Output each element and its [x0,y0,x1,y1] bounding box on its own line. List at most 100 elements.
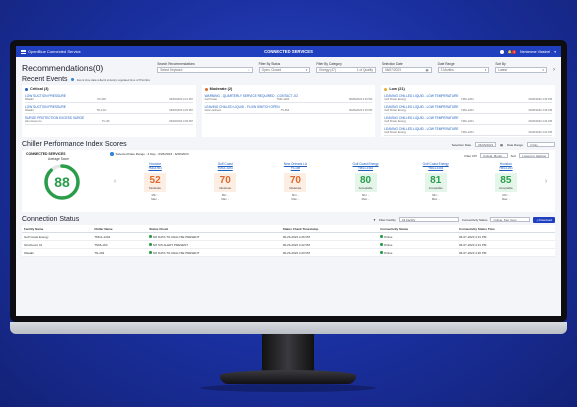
connectivity-status-select[interactable]: Online, Pen Cam [490,217,531,222]
status-filter-select[interactable]: Open, Closed ▾ [258,67,311,73]
score-value: 80 [359,175,372,186]
facility-cell: Ghorbouni 01 [22,240,93,249]
event-item[interactable]: LOW SUCTION PRESSURE Wasabi TD-400 06/26/20… [25,93,193,103]
connectivity-cell: Online [378,240,458,249]
event-chiller: TS-504 [280,109,290,112]
table-row[interactable]: Ghorbouni 01 TS96-160 NO SIS ALERT PRESENT… [22,240,555,249]
event-item[interactable]: LEAVING CHILLED LIQUID - LOW TEMPERATURE… [384,93,553,103]
status-dot-icon [380,243,383,246]
notification-badge: 1 [512,49,517,54]
site-score-card[interactable]: Gulf Coast Energy TMG1-1304 80 Acceptable Mi… [341,162,391,210]
monitor-chin [10,322,567,334]
score-status: Acceptable [428,186,443,190]
event-item[interactable]: SURGE PROTECTION EXCESS SURGE Abu Ameen L… [25,115,193,125]
download-button[interactable]: ⤓ Download [533,216,555,223]
recommendations-header: Recommendations(0) Search Recommendation… [22,62,555,73]
sort-select[interactable]: Latest ▾ [495,67,548,73]
event-chiller: TMG-1204 [461,131,474,134]
menu-icon[interactable] [21,49,26,54]
site-score-card[interactable]: Gulf Coast Energy TMG1-1204 81 Acceptable Mi… [411,162,461,210]
user-menu[interactable]: Neriamme Vlasinel [520,50,550,54]
chevron-right-icon[interactable]: › [553,67,555,73]
event-item[interactable]: LEAVING CHILLED LIQUID - LOW TEMPERATURE… [384,104,553,114]
event-chiller: TC-3D [101,120,110,123]
status-dot-icon [149,235,152,238]
event-site: Gulf Power Energy [384,120,407,123]
site-score-card[interactable]: Houston TMG4-504 52 Moderate Min: - Max: - [130,162,180,210]
score-box: 81 Acceptable [424,173,447,192]
score-max: Max: - [291,196,300,201]
chevron-right-icon[interactable]: › [541,178,551,185]
perf-sort-select[interactable]: Lowest to Highest [519,153,549,158]
status-dot-icon [380,235,383,238]
help-icon[interactable] [499,49,504,54]
filter-facility-select[interactable]: All Facility [398,217,459,222]
chiller-id[interactable]: TMG1-1204 [218,166,233,170]
chiller-id[interactable]: TS-108 [291,166,300,170]
score-max: Max: - [501,196,510,201]
category-filter-select[interactable]: Energy (47) 1 of Quality [316,67,376,73]
monitor-stand-base [220,370,356,384]
perf-sort-label: Sort [510,153,517,158]
brand[interactable]: OpenBlue Connected Service [21,49,81,54]
column-header: Connectivity Status [378,225,458,233]
recent-events-subtitle: Event time data reflects industry regula… [77,77,151,82]
site-score-card[interactable]: New Orleans LA TS-108 70 Moderate Min: - Max:… [270,162,320,210]
event-chiller: TMG-1204 [461,98,474,101]
status-check-cell: NO DATA TO ANALYZE PRESENT [147,232,281,241]
category-filter-label: Filter By Category [316,62,342,66]
event-item[interactable]: LEAVING CHILLED LIQUID - LOW TEMPERATURE… [384,115,553,125]
event-time: 06/26/2023 4:33 PM [528,98,552,101]
table-row[interactable]: Gulf Coast Energy TMG1-1204 NO DATA TO ANA… [22,232,555,241]
calendar-icon[interactable]: ▦ [500,143,503,147]
chiller-id[interactable]: TMG1-1304 [358,166,373,170]
filter-cpi-select[interactable]: Critical, Moder... [479,153,508,158]
event-meta: Abu Ameen LL TC-3D 06/26/2023 4:06 PM [25,120,193,123]
score-status: Moderate [219,186,232,190]
site-score-card[interactable]: Houston TMG4-204 85 Acceptable Min: - Max: - [481,162,531,210]
recent-events-header: Recent Events Event time data reflects i… [22,76,555,83]
site-score-card[interactable]: Gulf Coast TMG1-1204 70 Moderate Min: - Max: … [200,162,250,210]
app-screen: OpenBlue Connected Service CONNECTED SER… [16,46,561,316]
table-row[interactable]: Wasabi TN-403 NO DATA TO ANALYZE PRESENT 06… [22,248,555,257]
score-status: Acceptable [358,186,373,190]
score-range: Min: - Max: - [501,193,510,201]
event-meta: Gulf Power Energy TMG-1204 06/26/2023 4:23… [384,131,552,134]
calendar-icon: ▦ [425,68,429,72]
search-placeholder: Select Keyword [160,68,183,72]
event-time: 06/26/2023 4:16 PM [348,98,373,101]
perf-range-select[interactable]: 3 Day [527,142,555,147]
recent-events-title: Recent Events [22,76,68,83]
moderate-label: Moderate (2) [209,87,233,91]
event-item[interactable]: WARNING - QUARTERLY SERVICE REQUIRED - C… [204,93,373,103]
chiller-id[interactable]: TMG4-504 [148,166,161,170]
score-value: 70 [289,175,301,186]
event-item[interactable]: LOW SUCTION PRESSURE Wasabi TD-3 1D 06/26/2… [25,104,193,114]
status-check-cell: NO SIS ALERT PRESENT [147,240,281,249]
status-check-text: NO SIS ALERT PRESENT [152,242,189,247]
chevron-left-icon[interactable]: ‹ [110,178,120,185]
info-icon[interactable] [70,77,75,82]
info-icon[interactable] [110,152,114,156]
score-value: 85 [500,175,512,186]
selection-date-label: Selection Date [381,62,403,66]
status-dot-icon [149,251,152,254]
selection-date-input[interactable]: 06/07/2023 ▦ [381,67,432,73]
critical-events-column: Critical (3) LOW SUCTION PRESSURE Wasabi T… [22,85,196,137]
event-time: 06/26/2023 4:23 PM [528,131,552,134]
status-check-cell: NO DATA TO ANALYZE PRESENT [147,248,281,257]
bell-icon[interactable]: 🔔1 [508,49,517,54]
chiller-id[interactable]: TMG4-204 [499,166,512,170]
date-range-value: 3 Months [440,68,454,72]
chiller-id[interactable]: TMG1-1204 [428,166,443,170]
search-input[interactable]: Select Keyword ⌕ [157,67,253,73]
event-item[interactable]: LEAVING CHILLED LIQUID - LOW TEMPERATURE… [384,126,553,136]
date-range-select[interactable]: 3 Months ▾ [437,67,490,73]
event-item[interactable]: LEAVING CHILLED LIQUID - FLOW SWITCH OPE… [204,104,373,114]
perf-selection-date[interactable]: 06/26/2023 [475,142,497,147]
status-check-text: NO DATA TO ANALYZE PRESENT [152,250,200,255]
date-range-text: Selected Date Range : 3 Day - 6/26/2023 … [115,152,189,156]
chevron-down-icon[interactable]: ▾ [554,50,556,54]
score-status: Moderate [149,186,161,190]
score-value: 52 [149,175,161,186]
